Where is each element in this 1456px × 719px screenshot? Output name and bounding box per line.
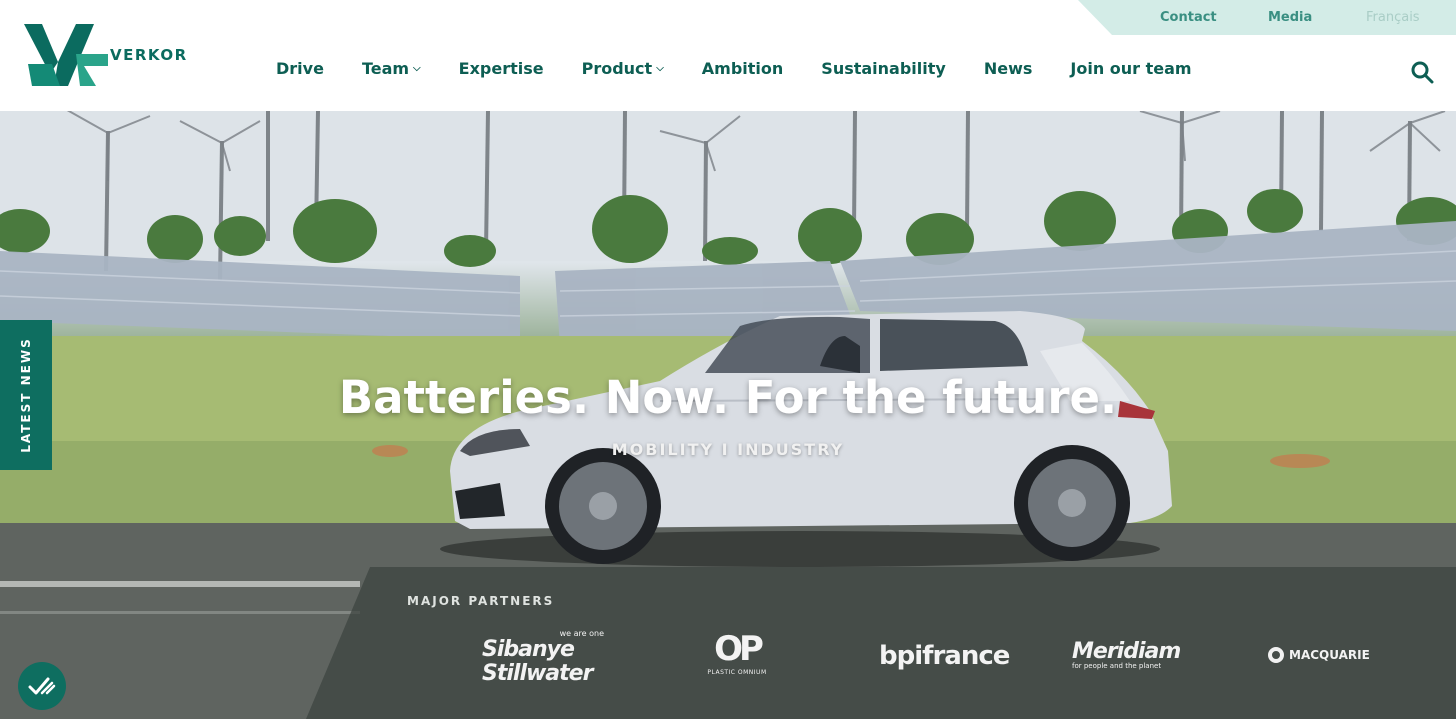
macquarie-logo[interactable]: MACQUARIE — [1268, 647, 1370, 663]
verkor-logo[interactable]: VERKOR — [24, 22, 199, 88]
nav-label: News — [983, 59, 1033, 78]
nav-item-drive[interactable]: Drive — [276, 59, 324, 78]
macquarie-name: MACQUARIE — [1289, 648, 1370, 662]
nav-item-product[interactable]: Product ⌵ — [582, 59, 664, 78]
nav-item-ambition[interactable]: Ambition — [702, 59, 784, 78]
nav-label: Ambition — [701, 59, 784, 78]
nav-label: Expertise — [458, 59, 544, 78]
meridiam-logo[interactable]: Meridiam for people and the planet — [1072, 639, 1182, 670]
nav-label: Sustainability — [821, 59, 946, 78]
hero-subtitle: MOBILITY I INDUSTRY — [611, 440, 845, 459]
hero-title: Batteries. Now. For the future. — [338, 371, 1118, 424]
plastic-omnium-caption: PLASTIC OMNIUM — [707, 669, 767, 676]
bpifrance-logo[interactable]: bpifrance — [879, 641, 1010, 671]
meridiam-name: Meridiam — [1072, 639, 1181, 664]
chevron-down-icon: ⌵ — [656, 63, 664, 74]
accessibility-button[interactable] — [18, 662, 66, 710]
search-icon[interactable] — [1410, 60, 1434, 84]
sibanye-line1: Sibanye — [482, 637, 575, 662]
nav-label: Drive — [276, 59, 324, 78]
nav-label: Product — [581, 59, 653, 78]
macquarie-emblem-icon — [1268, 647, 1284, 663]
site-header: VERKOR Contact Media Français Drive Team… — [0, 0, 1456, 111]
media-link[interactable]: Media — [1268, 10, 1312, 25]
nav-item-expertise[interactable]: Expertise — [459, 59, 544, 78]
contact-link[interactable]: Contact — [1160, 10, 1217, 25]
latest-news-tab[interactable]: LATEST NEWS — [0, 320, 52, 470]
plastic-omnium-mark: OP — [714, 629, 764, 669]
verkor-logo-mark — [24, 24, 108, 86]
plastic-omnium-logo[interactable]: OP PLASTIC OMNIUM — [704, 629, 770, 676]
accessibility-icon — [28, 677, 56, 695]
language-switch-link[interactable]: Français — [1366, 10, 1420, 25]
nav-label: Team — [361, 59, 410, 78]
partners-heading: MAJOR PARTNERS — [407, 594, 555, 608]
main-nav: Drive Team ⌵ Expertise Product ⌵ Ambition … — [276, 59, 1230, 78]
nav-item-join-our-team[interactable]: Join our team — [1070, 59, 1191, 78]
latest-news-label: LATEST NEWS — [19, 337, 34, 453]
nav-item-sustainability[interactable]: Sustainability — [821, 59, 946, 78]
sibanye-stillwater-logo[interactable]: we are one Sibanye Stillwater — [482, 629, 612, 686]
utility-bar: Contact Media Français — [1078, 0, 1456, 35]
nav-label: Join our team — [1070, 59, 1192, 78]
sibanye-line2: Stillwater — [482, 661, 593, 686]
brand-name: VERKOR — [110, 46, 188, 64]
nav-item-news[interactable]: News — [984, 59, 1033, 78]
nav-item-team[interactable]: Team ⌵ — [362, 59, 421, 78]
chevron-down-icon: ⌵ — [413, 63, 421, 74]
bpifrance-name: bpifrance — [879, 641, 1010, 671]
